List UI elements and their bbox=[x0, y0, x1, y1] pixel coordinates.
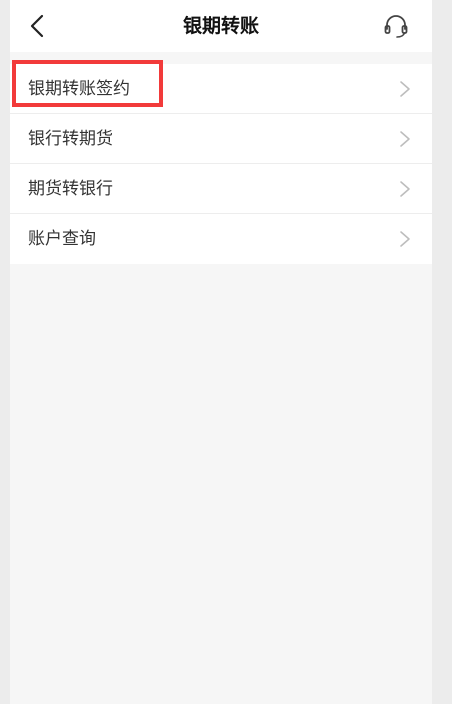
menu-item-label: 银期转账签约 bbox=[28, 79, 130, 99]
menu-item-sign[interactable]: 银期转账签约 bbox=[10, 64, 432, 114]
nav-header: 银期转账 bbox=[10, 0, 432, 52]
menu-item-bank-to-futures[interactable]: 银行转期货 bbox=[10, 114, 432, 164]
chevron-right-icon bbox=[400, 131, 410, 147]
menu-item-label: 账户查询 bbox=[28, 229, 96, 249]
menu-item-futures-to-bank[interactable]: 期货转银行 bbox=[10, 164, 432, 214]
transfer-menu: 银期转账签约 银行转期货 期货转银行 账户查询 bbox=[10, 64, 432, 264]
menu-item-account-query[interactable]: 账户查询 bbox=[10, 214, 432, 264]
menu-item-label: 期货转银行 bbox=[28, 179, 113, 199]
chevron-right-icon bbox=[400, 181, 410, 197]
chevron-right-icon bbox=[400, 81, 410, 97]
page-title: 银期转账 bbox=[182, 15, 259, 37]
app-screen: 银期转账 银期转账签约 银行转期货 期货转银行 账户查询 bbox=[10, 0, 432, 704]
chevron-right-icon bbox=[400, 231, 410, 247]
headset-icon[interactable] bbox=[382, 12, 410, 40]
menu-item-label: 银行转期货 bbox=[28, 129, 113, 149]
